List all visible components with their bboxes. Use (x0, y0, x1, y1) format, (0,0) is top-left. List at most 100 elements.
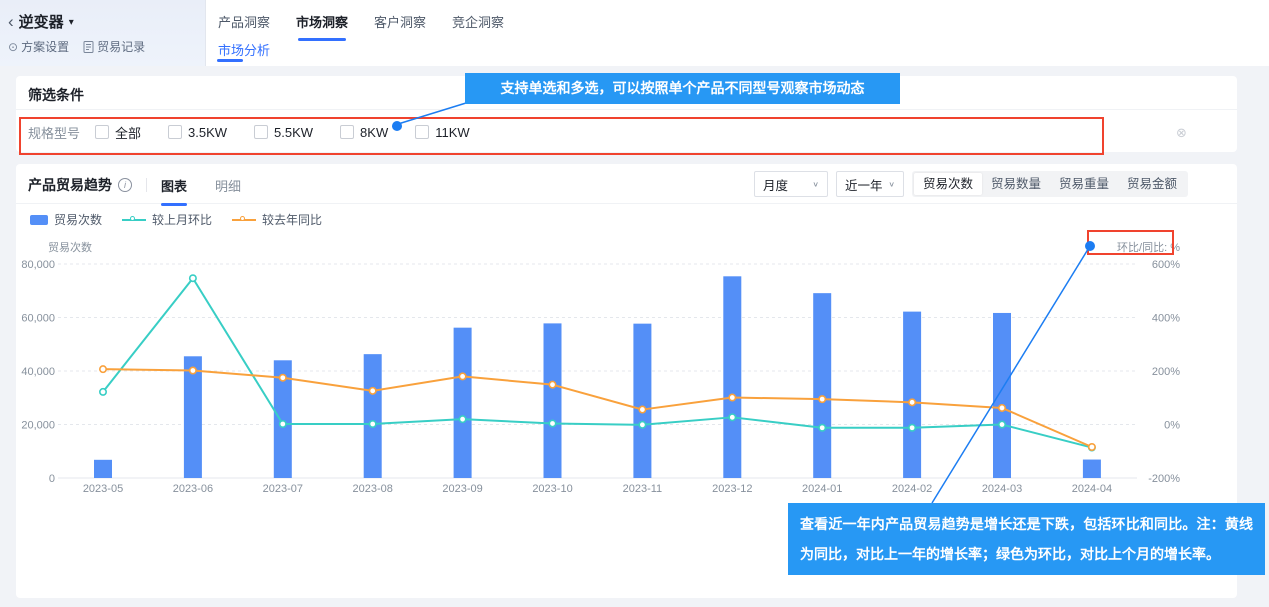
tab-product-insight[interactable]: 产品洞察 (218, 12, 270, 37)
bar (723, 276, 741, 478)
clear-filter-icon[interactable]: ⊗ (1176, 125, 1187, 141)
trade-records-label: 贸易记录 (97, 38, 145, 55)
data-point-marker (1089, 444, 1095, 450)
x-tick-label: 2024-01 (802, 483, 842, 495)
spec-model-options: 全部 3.5KW 5.5KW 8KW 11KW (95, 123, 470, 142)
product-dropdown-caret-icon[interactable]: ▾ (69, 17, 74, 28)
y-right-axis-title: 环比/同比: % (1117, 241, 1180, 254)
view-tab-detail[interactable]: 明细 (215, 176, 241, 195)
tab-competitor-insight[interactable]: 竞企洞察 (452, 12, 504, 37)
line-series (100, 366, 1095, 450)
legend-bar-swatch (30, 215, 48, 225)
checkbox-icon[interactable] (95, 125, 109, 139)
bar (993, 313, 1011, 478)
data-point-marker (999, 421, 1005, 427)
bar (544, 323, 562, 478)
filter-section-title: 筛选条件 (28, 85, 84, 105)
x-tick-label: 2023-07 (263, 483, 303, 495)
data-point-marker (639, 406, 645, 412)
trend-card-header: 产品贸易趋势 i 图表 明细 月度 ∨ 近一年 ∨ 贸易次数 贸易数量 贸易重量… (16, 164, 1237, 204)
range-select-value: 近一年 (845, 175, 883, 194)
scheme-settings-label: 方案设置 (21, 38, 69, 55)
product-name: 逆变器 (19, 11, 64, 32)
data-point-marker (729, 414, 735, 420)
divider (146, 178, 147, 192)
legend-label: 较去年同比 (262, 211, 322, 228)
trade-trend-chart[interactable]: 贸易次数环比/同比: %80,000600%60,000400%40,00020… (16, 230, 1237, 498)
period-select-value: 月度 (763, 175, 788, 194)
legend-mom-ratio[interactable]: 较上月环比 (122, 211, 212, 228)
y-left-tick-label: 20,000 (21, 420, 55, 432)
checkbox-icon[interactable] (254, 125, 268, 139)
checkbox-icon[interactable] (168, 125, 182, 139)
data-point-marker (100, 366, 106, 372)
chevron-down-icon: ∨ (888, 180, 895, 189)
range-select[interactable]: 近一年 ∨ (836, 171, 904, 197)
checkbox-5-5kw[interactable]: 5.5KW (254, 125, 313, 140)
period-select[interactable]: 月度 ∨ (754, 171, 828, 197)
trade-records-link[interactable]: 贸易记录 (83, 38, 145, 55)
bar (94, 460, 112, 478)
chevron-down-icon: ∨ (812, 180, 819, 189)
data-point-marker (459, 416, 465, 422)
bar (454, 328, 472, 478)
divider (16, 109, 1237, 110)
insight-tabs: 产品洞察 市场洞察 客户洞察 竞企洞察 (218, 12, 504, 37)
y-left-tick-label: 40,000 (21, 366, 55, 378)
document-icon (83, 41, 94, 53)
subtab-market-analysis[interactable]: 市场分析 (218, 40, 270, 59)
line-path (103, 278, 1092, 447)
spec-model-filter-row: 规格型号 全部 3.5KW 5.5KW 8KW 11KW (28, 120, 470, 144)
x-tick-label: 2024-02 (892, 483, 932, 495)
app-header: ‹ 逆变器 ▾ ⊙ 方案设置 贸易记录 产品洞察 市场洞察 客户洞察 竞企洞察 … (0, 0, 1269, 66)
y-right-tick-label: 600% (1152, 259, 1180, 271)
checkbox-8kw[interactable]: 8KW (340, 125, 388, 140)
metric-trade-weight-button[interactable]: 贸易重量 (1050, 173, 1118, 195)
checkbox-label: 全部 (115, 123, 141, 142)
data-point-marker (909, 399, 915, 405)
bar (633, 324, 651, 478)
view-tab-chart[interactable]: 图表 (161, 176, 187, 195)
scheme-settings-link[interactable]: ⊙ 方案设置 (8, 38, 69, 55)
tab-market-insight[interactable]: 市场洞察 (296, 12, 348, 37)
tab-customer-insight[interactable]: 客户洞察 (374, 12, 426, 37)
subtab-underline (217, 59, 243, 62)
metric-toggle-group: 贸易次数 贸易数量 贸易重量 贸易金额 (912, 171, 1188, 197)
data-point-marker (909, 425, 915, 431)
checkbox-all[interactable]: 全部 (95, 123, 141, 142)
y-right-tick-label: 200% (1152, 366, 1180, 378)
y-right-tick-label: 0% (1164, 420, 1180, 432)
data-point-marker (459, 373, 465, 379)
legend-trade-count[interactable]: 贸易次数 (30, 211, 102, 228)
back-icon[interactable]: ‹ (8, 13, 14, 30)
checkbox-icon[interactable] (340, 125, 354, 139)
bar (364, 354, 382, 478)
data-point-marker (999, 405, 1005, 411)
bar (184, 356, 202, 478)
checkbox-11kw[interactable]: 11KW (415, 125, 469, 140)
bar (903, 312, 921, 478)
x-tick-label: 2023-08 (353, 483, 393, 495)
metric-trade-count-button[interactable]: 贸易次数 (914, 173, 982, 195)
x-tick-label: 2024-03 (982, 483, 1022, 495)
filter-annotation-tooltip: 支持单选和多选，可以按照单个产品不同型号观察市场动态 (465, 73, 900, 104)
checkbox-icon[interactable] (415, 125, 429, 139)
checkbox-3-5kw[interactable]: 3.5KW (168, 125, 227, 140)
metric-trade-amount-button[interactable]: 贸易金额 (1118, 173, 1186, 195)
y-right-tick-label: -200% (1148, 473, 1180, 485)
x-tick-label: 2023-12 (712, 483, 752, 495)
checkbox-label: 5.5KW (274, 125, 313, 140)
legend-yoy-ratio[interactable]: 较去年同比 (232, 211, 322, 228)
checkbox-label: 8KW (360, 125, 388, 140)
legend-line-swatch (122, 219, 146, 221)
info-icon[interactable]: i (118, 178, 132, 192)
y-left-tick-label: 60,000 (21, 313, 55, 325)
chart-annotation-tooltip: 查看近一年内产品贸易趋势是增长还是下跌，包括环比和同比。注：黄线为同比，对比上一… (788, 503, 1265, 575)
data-point-marker (639, 422, 645, 428)
data-point-marker (370, 388, 376, 394)
x-tick-label: 2023-05 (83, 483, 123, 495)
metric-trade-quantity-button[interactable]: 贸易数量 (982, 173, 1050, 195)
legend-label: 较上月环比 (152, 211, 212, 228)
data-point-marker (549, 420, 555, 426)
x-tick-label: 2023-09 (442, 483, 482, 495)
